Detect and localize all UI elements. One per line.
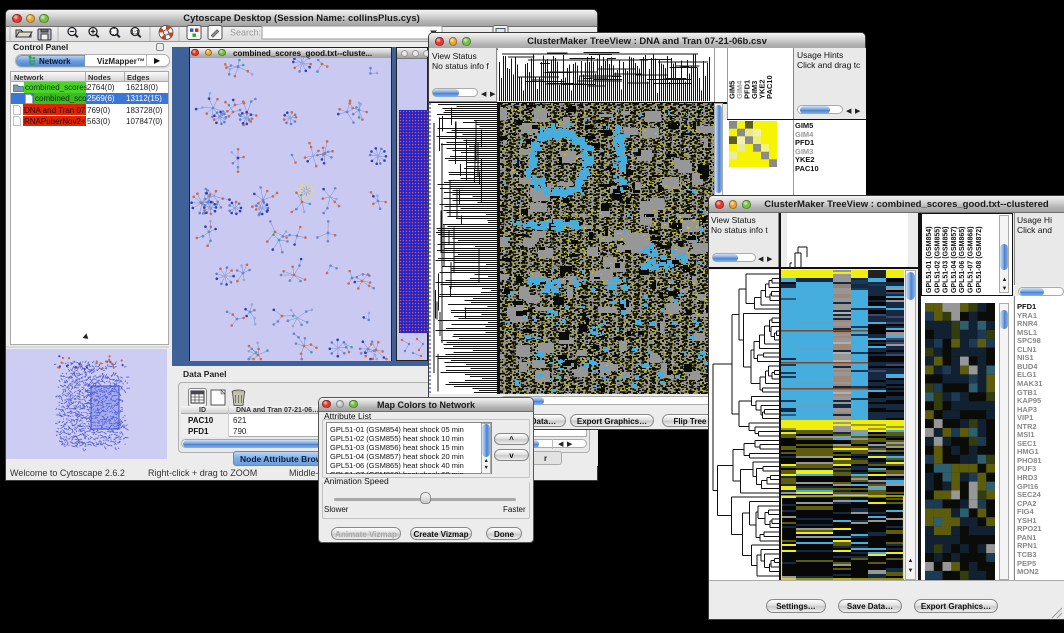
svg-text:GPL51-02 (GSM855): GPL51-02 (GSM855) (934, 226, 941, 293)
svg-text:GPL51-08 (GSM872): GPL51-08 (GSM872) (976, 226, 983, 293)
svg-text:1:1: 1:1 (131, 30, 139, 36)
svg-text:Search:: Search: (230, 28, 261, 38)
svg-text:GPL51-07 (GSM868): GPL51-07 (GSM868) (968, 226, 975, 293)
svg-text:GPL51-01 (GSM854): GPL51-01 (GSM854) (926, 226, 933, 293)
svg-text:PAC10: PAC10 (765, 75, 774, 99)
svg-text:GPL51-06 (GSM865): GPL51-06 (GSM865) (959, 226, 966, 293)
svg-text:GPL51-03 (GSM856): GPL51-03 (GSM856) (943, 226, 950, 293)
svg-text:GPL51-04 (GSM857): GPL51-04 (GSM857) (951, 226, 958, 293)
